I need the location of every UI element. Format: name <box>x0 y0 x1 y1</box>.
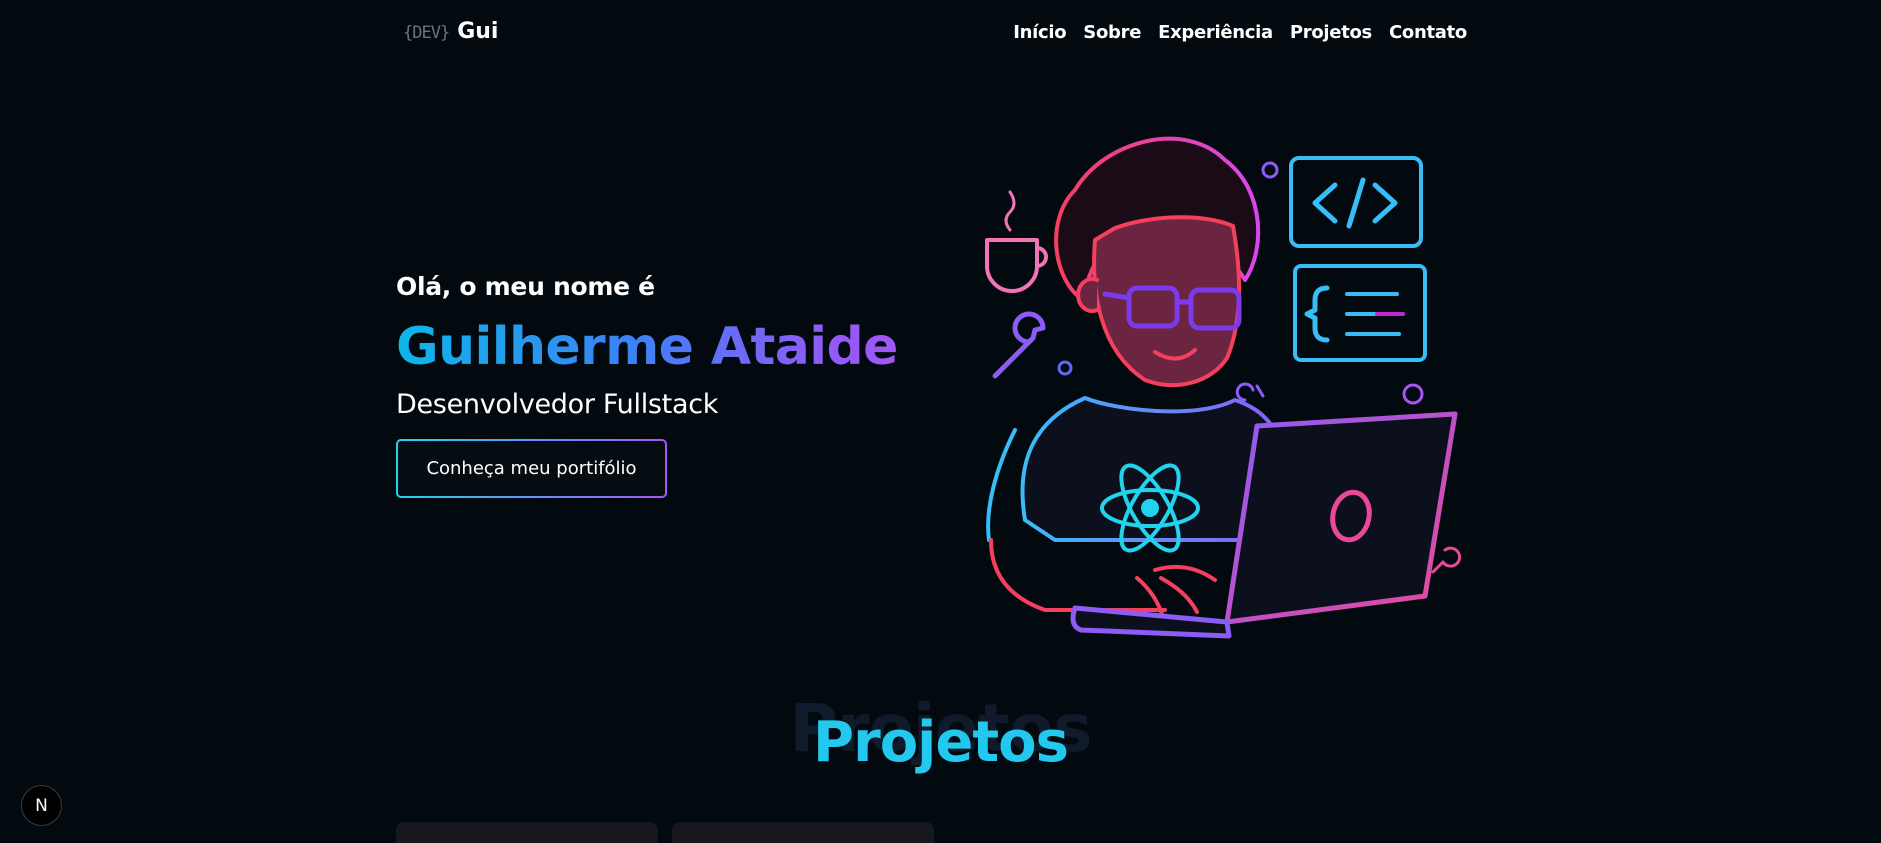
face <box>1092 215 1242 388</box>
nav-link-contato[interactable]: Contato <box>1389 22 1467 43</box>
wrench-icon <box>992 311 1046 379</box>
coffee-cup-icon <box>985 190 1048 293</box>
site-logo[interactable]: {DEV} Gui <box>403 19 498 44</box>
hero-name: Guilherme Ataide <box>396 315 916 379</box>
nav-link-experiencia[interactable]: Experiência <box>1158 22 1273 43</box>
nav-links: Início Sobre Experiência Projetos Contat… <box>1013 22 1467 43</box>
hero-greeting: Olá, o meu nome é <box>396 272 655 301</box>
code-tag-card-icon <box>1289 156 1423 248</box>
logo-name: Gui <box>457 19 499 44</box>
top-navigation: {DEV} Gui Início Sobre Experiência Proje… <box>0 0 1881 70</box>
fab-label: N <box>35 795 48 816</box>
nextjs-logo-icon[interactable]: N <box>21 785 62 826</box>
nav-link-sobre[interactable]: Sobre <box>1083 22 1141 43</box>
hero-role: Desenvolvedor Fullstack <box>396 389 719 420</box>
projects-section-header: Projetos Projetos <box>0 690 1881 790</box>
logo-tag: {DEV} <box>403 23 450 43</box>
code-brace-card-icon <box>1293 264 1427 362</box>
nav-link-projetos[interactable]: Projetos <box>1290 22 1372 43</box>
hero-intro: Olá, o meu nome é Guilherme Ataide Desen… <box>396 272 916 498</box>
project-card[interactable] <box>672 822 934 843</box>
projects-title: Projetos <box>813 710 1069 775</box>
developer-illustration <box>965 130 1475 650</box>
project-card[interactable] <box>396 822 658 843</box>
nav-link-inicio[interactable]: Início <box>1013 22 1066 43</box>
portfolio-button[interactable]: Conheça meu portifólio <box>396 439 667 498</box>
